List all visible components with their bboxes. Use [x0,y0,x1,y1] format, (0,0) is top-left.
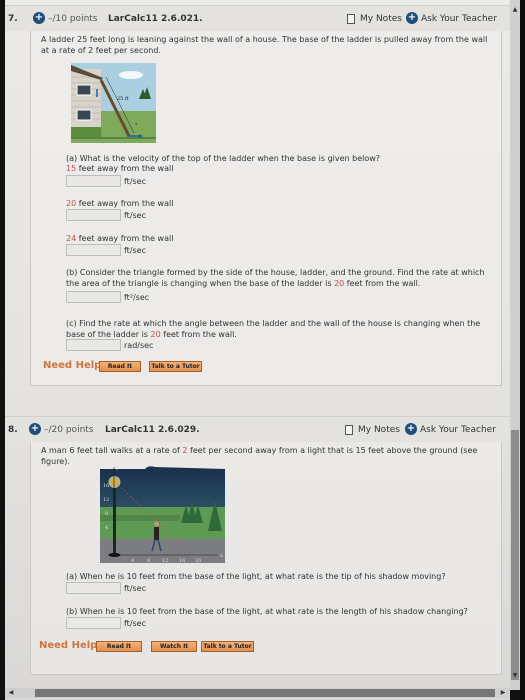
part-b-prompt: (b) Consider the triangle formed by the … [66,268,485,288]
unit-label: ft/sec [124,211,146,220]
unit-label: ft/sec [124,177,146,186]
part-a3-label: 24 feet away from the wall [66,234,174,243]
points-label: –/10 points [48,14,98,24]
question-stem: A ladder 25 feet long is leaning against… [41,35,488,55]
horizontal-scrollbar[interactable]: ◀ ▶ [5,688,510,698]
x-tick-label: 8 [147,558,150,563]
unit-label: ft/sec [124,584,146,593]
notes-icon [347,14,355,24]
need-help-label: Need Help? [43,360,108,371]
scroll-left-arrow-icon[interactable]: ◀ [7,689,15,697]
vertical-scroll-thumb[interactable] [511,430,519,680]
ask-your-teacher-link[interactable]: Ask Your Teacher [421,14,497,24]
ladder-length-label: 25 ft [117,96,129,102]
answer-input-a[interactable] [66,582,121,594]
answer-input-b[interactable] [66,617,121,629]
question-number: 8. [8,425,18,435]
answer-input-a1[interactable] [66,175,121,187]
watch-it-button[interactable]: Watch It [151,641,197,652]
ask-teacher-plus-icon: + [406,12,418,24]
question-stem: A man 6 feet tall walks at a rate of 2 f… [41,446,478,466]
lamp-post-figure: y x 16 12 8 4 4 8 12 16 20 [100,465,225,563]
points-label: –/20 points [44,425,94,435]
unit-label: ft/sec [124,619,146,628]
x-tick-label: 16 [179,558,185,563]
need-help-label: Need Help? [39,640,104,651]
notes-icon [345,425,353,435]
ask-teacher-plus-icon: + [405,423,417,435]
x-axis-label: x [220,553,223,559]
read-it-button[interactable]: Read It [96,641,142,652]
y-axis-label: y [115,465,119,471]
talk-to-tutor-button[interactable]: Talk to a Tutor [201,641,254,652]
answer-input-c[interactable] [66,339,121,351]
my-notes-link[interactable]: My Notes [358,425,400,435]
read-it-button[interactable]: Read It [99,361,141,372]
screen-bezel [520,0,525,700]
question-7: 7. + –/10 points LarCalc11 2.6.021. My N… [5,5,510,386]
part-c-prompt: (c) Find the rate at which the angle bet… [66,319,481,339]
question-header: 8. + –/20 points LarCalc11 2.6.029. My N… [5,416,510,442]
part-b-prompt: (b) When he is 10 feet from the base of … [66,607,468,616]
part-a1-label: 15 feet away from the wall [66,164,174,173]
page-viewport: 7. + –/10 points LarCalc11 2.6.021. My N… [5,0,510,700]
y-tick-label: 12 [103,497,109,503]
question-body: A ladder 25 feet long is leaning against… [30,31,502,386]
my-notes-link[interactable]: My Notes [360,14,402,24]
ask-your-teacher-link[interactable]: Ask Your Teacher [420,425,496,435]
expand-plus-icon[interactable]: + [33,12,45,24]
answer-input-a2[interactable] [66,209,121,221]
unit-label: ft²/sec [124,293,150,302]
vertical-scrollbar[interactable]: ▲ ▼ [510,0,520,690]
part-a-prompt: (a) When he is 10 feet from the base of … [66,572,446,581]
question-id: LarCalc11 2.6.029. [105,425,200,435]
part-a2-label: 20 feet away from the wall [66,199,174,208]
ladder-house-figure: 25 ft 2 [71,63,156,143]
talk-to-tutor-button[interactable]: Talk to a Tutor [149,361,202,372]
y-tick-label: 16 [103,483,109,489]
x-tick-label: 20 [195,558,201,563]
question-body: A man 6 feet tall walks at a rate of 2 f… [30,442,502,675]
question-8: 8. + –/20 points LarCalc11 2.6.029. My N… [5,416,510,675]
y-tick-label: 8 [105,511,108,517]
question-id: LarCalc11 2.6.021. [108,14,203,24]
scroll-up-arrow-icon[interactable]: ▲ [511,6,519,14]
scroll-right-arrow-icon[interactable]: ▶ [499,689,507,697]
unit-label: ft/sec [124,246,146,255]
x-tick-label: 4 [131,558,134,563]
answer-input-a3[interactable] [66,244,121,256]
horizontal-scroll-thumb[interactable] [35,689,495,697]
question-header: 7. + –/10 points LarCalc11 2.6.021. My N… [5,5,510,31]
expand-plus-icon[interactable]: + [29,423,41,435]
question-number: 7. [8,14,18,24]
unit-label: rad/sec [124,341,154,350]
answer-input-b[interactable] [66,291,121,303]
y-tick-label: 4 [105,525,108,531]
scroll-down-arrow-icon[interactable]: ▼ [511,672,519,680]
x-tick-label: 12 [162,558,168,563]
